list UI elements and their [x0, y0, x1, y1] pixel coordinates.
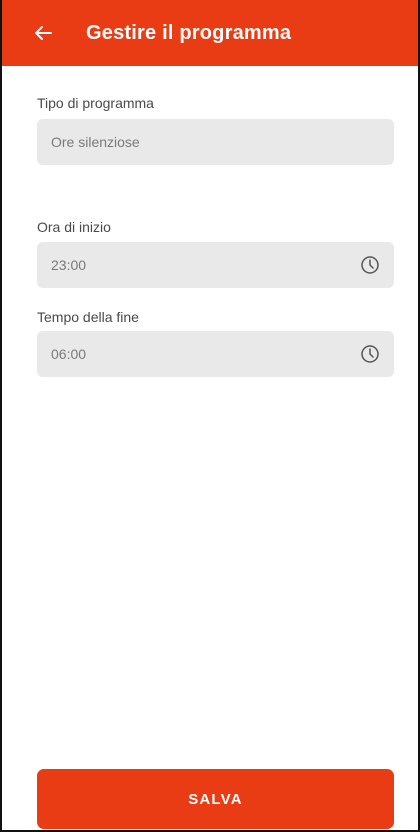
start-time-field[interactable]: 23:00 — [37, 242, 394, 288]
start-time-value: 23:00 — [51, 257, 87, 273]
program-type-label: Tipo di programma — [37, 95, 154, 111]
program-type-value: Ore silenziose — [51, 134, 140, 150]
page-title: Gestire il programma — [86, 21, 292, 44]
clock-icon[interactable] — [360, 255, 380, 275]
end-time-value: 06:00 — [51, 346, 87, 362]
program-type-field[interactable]: Ore silenziose — [37, 119, 394, 165]
clock-icon[interactable] — [360, 344, 380, 364]
end-time-field[interactable]: 06:00 — [37, 331, 394, 377]
app-bar: Gestire il programma — [2, 0, 418, 66]
end-time-label: Tempo della fine — [37, 309, 139, 325]
start-time-label: Ora di inizio — [37, 219, 111, 235]
back-arrow-icon[interactable] — [32, 22, 54, 44]
save-button[interactable]: SALVA — [37, 769, 394, 829]
app-screen: Gestire il programma Tipo di programma O… — [0, 0, 420, 832]
